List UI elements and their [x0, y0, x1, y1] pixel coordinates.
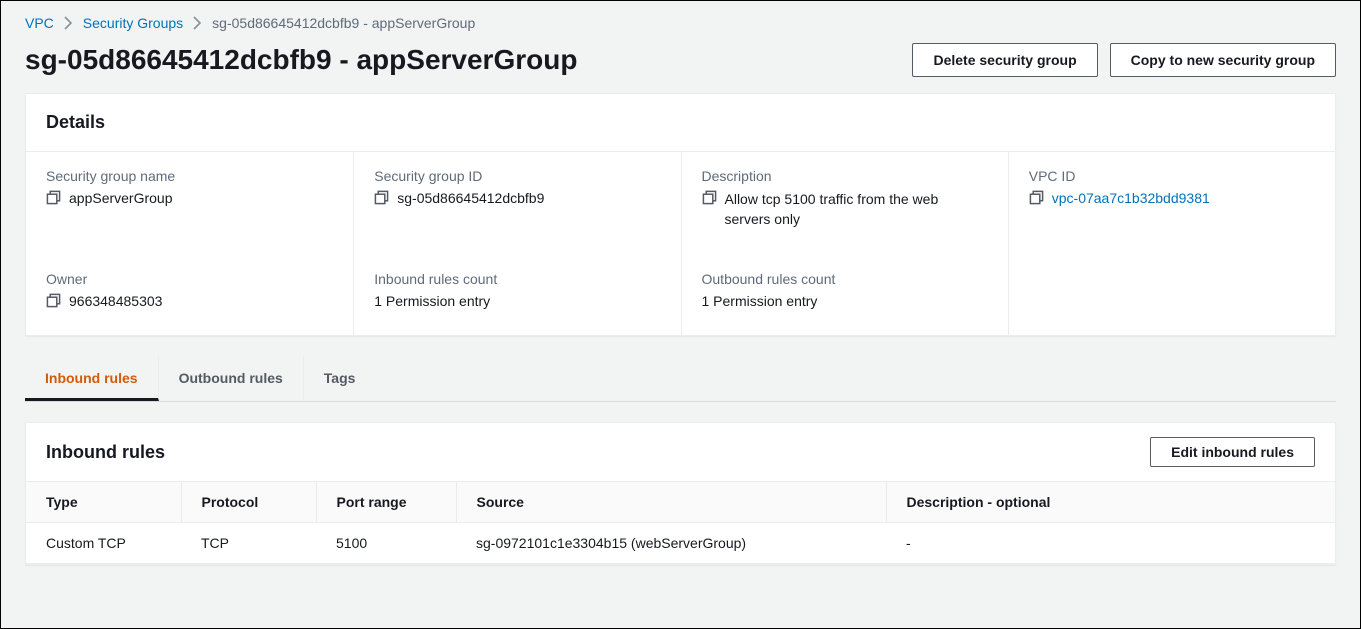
detail-label: VPC ID [1029, 168, 1315, 184]
inbound-rules-panel: Inbound rules Edit inbound rules Type Pr… [25, 422, 1336, 565]
detail-owner: Owner 966348485303 [26, 255, 353, 335]
cell-source: sg-0972101c1e3304b15 (webServerGroup) [456, 523, 886, 564]
chevron-right-icon [64, 16, 73, 30]
col-port[interactable]: Port range [316, 482, 456, 523]
copy-icon[interactable] [46, 293, 61, 308]
cell-desc: - [886, 523, 1335, 564]
detail-label: Owner [46, 271, 333, 287]
tab-tags[interactable]: Tags [304, 356, 376, 401]
detail-value: sg-05d86645412dcbfb9 [397, 190, 544, 206]
detail-value: appServerGroup [69, 190, 173, 206]
copy-icon[interactable] [702, 190, 717, 205]
tab-inbound-rules[interactable]: Inbound rules [25, 356, 159, 401]
page-header: sg-05d86645412dcbfb9 - appServerGroup De… [1, 39, 1360, 93]
detail-empty [1008, 255, 1335, 335]
details-panel: Details Security group name appServerGro… [25, 93, 1336, 336]
detail-label: Security group ID [374, 168, 660, 184]
detail-label: Outbound rules count [702, 271, 988, 287]
copy-icon[interactable] [374, 190, 389, 205]
vpc-link[interactable]: vpc-07aa7c1b32bdd9381 [1052, 190, 1210, 206]
detail-label: Security group name [46, 168, 333, 184]
breadcrumb-security-groups[interactable]: Security Groups [83, 15, 183, 31]
col-description[interactable]: Description - optional [886, 482, 1335, 523]
breadcrumb-current: sg-05d86645412dcbfb9 - appServerGroup [212, 15, 475, 31]
detail-description: Description Allow tcp 5100 traffic from … [681, 152, 1008, 255]
cell-port: 5100 [316, 523, 456, 564]
col-source[interactable]: Source [456, 482, 886, 523]
copy-icon[interactable] [1029, 190, 1044, 205]
table-header-row: Type Protocol Port range Source Descript… [26, 482, 1335, 523]
detail-value: 966348485303 [69, 293, 162, 309]
cell-protocol: TCP [181, 523, 316, 564]
details-title: Details [26, 94, 1335, 152]
detail-label: Inbound rules count [374, 271, 660, 287]
detail-label: Description [702, 168, 988, 184]
detail-value: 1 Permission entry [702, 293, 818, 309]
breadcrumb: VPC Security Groups sg-05d86645412dcbfb9… [1, 1, 1360, 39]
detail-security-group-name: Security group name appServerGroup [26, 152, 353, 255]
detail-value: 1 Permission entry [374, 293, 490, 309]
table-row[interactable]: Custom TCPTCP5100sg-0972101c1e3304b15 (w… [26, 523, 1335, 564]
copy-security-group-button[interactable]: Copy to new security group [1110, 43, 1336, 77]
detail-outbound-count: Outbound rules count 1 Permission entry [681, 255, 1008, 335]
detail-value: Allow tcp 5100 traffic from the web serv… [725, 190, 988, 229]
tab-outbound-rules[interactable]: Outbound rules [159, 356, 304, 401]
detail-security-group-id: Security group ID sg-05d86645412dcbfb9 [353, 152, 680, 255]
edit-inbound-rules-button[interactable]: Edit inbound rules [1150, 437, 1315, 467]
col-type[interactable]: Type [26, 482, 181, 523]
cell-type: Custom TCP [26, 523, 181, 564]
copy-icon[interactable] [46, 190, 61, 205]
inbound-rules-title: Inbound rules [46, 442, 165, 463]
inbound-rules-table: Type Protocol Port range Source Descript… [26, 481, 1335, 564]
detail-vpc-id: VPC ID vpc-07aa7c1b32bdd9381 [1008, 152, 1335, 255]
detail-inbound-count: Inbound rules count 1 Permission entry [353, 255, 680, 335]
delete-security-group-button[interactable]: Delete security group [912, 43, 1097, 77]
tabs: Inbound rules Outbound rules Tags [25, 356, 1336, 402]
page-title: sg-05d86645412dcbfb9 - appServerGroup [25, 44, 577, 76]
chevron-right-icon [193, 16, 202, 30]
breadcrumb-vpc[interactable]: VPC [25, 15, 54, 31]
col-protocol[interactable]: Protocol [181, 482, 316, 523]
